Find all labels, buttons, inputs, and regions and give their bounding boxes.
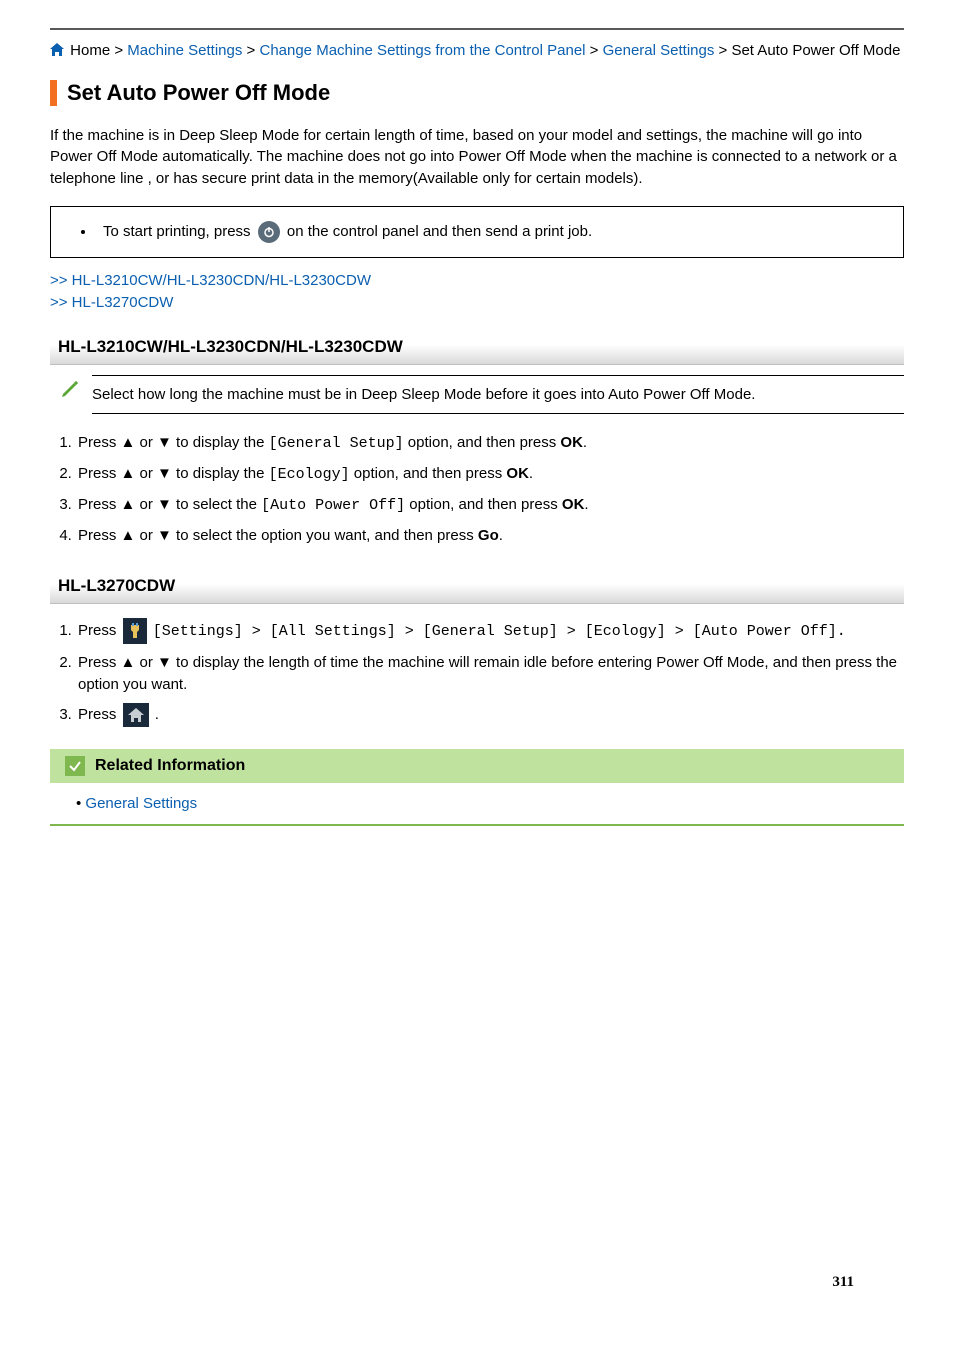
steps-list-a: Press ▲ or ▼ to display the [General Set… bbox=[76, 428, 904, 550]
note-pre: To start printing, press bbox=[103, 223, 255, 240]
breadcrumb-sep: > bbox=[590, 42, 599, 59]
breadcrumb-current: Set Auto Power Off Mode bbox=[731, 42, 900, 59]
anchor-links: >> HL-L3210CW/HL-L3230CDN/HL-L3230CDW >>… bbox=[50, 270, 904, 315]
intro-paragraph: If the machine is in Deep Sleep Mode for… bbox=[50, 125, 904, 190]
power-icon bbox=[258, 221, 280, 243]
page-title-row: Set Auto Power Off Mode bbox=[50, 77, 904, 109]
settings-icon bbox=[123, 618, 147, 644]
step-item: Press ▲ or ▼ to select the option you wa… bbox=[76, 521, 904, 551]
breadcrumb: Home > Machine Settings > Change Machine… bbox=[50, 40, 904, 63]
tip-note: Select how long the machine must be in D… bbox=[60, 375, 904, 415]
breadcrumb-sep: > bbox=[719, 42, 728, 59]
breadcrumb-general-settings[interactable]: General Settings bbox=[603, 42, 715, 59]
breadcrumb-sep: > bbox=[247, 42, 256, 59]
bullet-icon bbox=[81, 230, 85, 234]
note-box: To start printing, press on the control … bbox=[50, 206, 904, 258]
step-item: Press ▲ or ▼ to display the length of ti… bbox=[76, 648, 904, 700]
anchor-link-1[interactable]: >> HL-L3210CW/HL-L3230CDN/HL-L3230CDW bbox=[50, 272, 371, 289]
tip-text: Select how long the machine must be in D… bbox=[92, 375, 904, 415]
note-post: on the control panel and then send a pri… bbox=[287, 223, 592, 240]
step-item: Press ▲ or ▼ to select the [Auto Power O… bbox=[76, 490, 904, 521]
home-button-icon bbox=[123, 703, 149, 727]
home-icon[interactable] bbox=[50, 41, 64, 63]
related-link-general-settings[interactable]: General Settings bbox=[85, 795, 197, 812]
related-information: Related Information General Settings bbox=[50, 749, 904, 826]
check-icon bbox=[65, 756, 85, 776]
breadcrumb-sep: > bbox=[114, 42, 123, 59]
step-item: Press ▲ or ▼ to display the [General Set… bbox=[76, 428, 904, 459]
related-heading-text: Related Information bbox=[95, 754, 245, 777]
breadcrumb-machine-settings[interactable]: Machine Settings bbox=[127, 42, 242, 59]
breadcrumb-home: Home bbox=[70, 42, 110, 59]
section-heading-b: HL-L3270CDW bbox=[50, 568, 904, 604]
section-heading-a: HL-L3210CW/HL-L3230CDN/HL-L3230CDW bbox=[50, 329, 904, 365]
step-chain: [Settings] > [All Settings] > [General S… bbox=[153, 623, 846, 640]
anchor-link-2[interactable]: >> HL-L3270CDW bbox=[50, 294, 173, 311]
note-text: To start printing, press on the control … bbox=[103, 221, 592, 243]
breadcrumb-change-settings[interactable]: Change Machine Settings from the Control… bbox=[259, 42, 585, 59]
related-body: General Settings bbox=[50, 783, 904, 827]
step-item: Press . bbox=[76, 699, 904, 731]
top-rule bbox=[50, 28, 904, 30]
related-heading: Related Information bbox=[50, 749, 904, 782]
step-item: Press [Settings] > [All Settings] > [Gen… bbox=[76, 614, 904, 648]
steps-list-b: Press [Settings] > [All Settings] > [Gen… bbox=[76, 614, 904, 732]
title-accent-bar bbox=[50, 80, 57, 106]
step-item: Press ▲ or ▼ to display the [Ecology] op… bbox=[76, 459, 904, 490]
page-title: Set Auto Power Off Mode bbox=[67, 77, 330, 109]
pencil-icon bbox=[60, 377, 82, 406]
related-item: General Settings bbox=[76, 795, 197, 812]
page-number: 311 bbox=[832, 1272, 854, 1294]
